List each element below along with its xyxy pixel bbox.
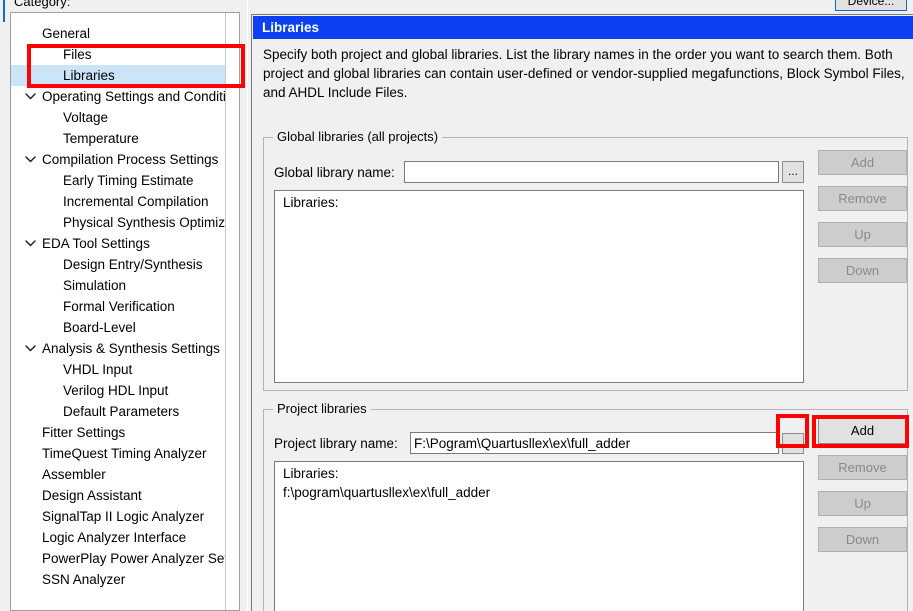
category-tree-list[interactable]: General Files Libraries Operating Settings … (11, 13, 239, 590)
tree-item-label: EDA Tool Settings (42, 236, 150, 251)
tree-item-default-parameters[interactable]: Default Parameters (11, 401, 239, 422)
tree-item-label: Incremental Compilation (63, 194, 209, 209)
tree-item-label: Libraries (63, 68, 115, 83)
tree-item-formal-verification[interactable]: Formal Verification (11, 296, 239, 317)
tree-scrollbar[interactable] (225, 13, 239, 610)
tree-item-assembler[interactable]: Assembler (11, 464, 239, 485)
project-library-remove-button[interactable]: Remove (818, 455, 907, 480)
tree-item-label: Voltage (63, 110, 109, 125)
tree-item-design-entry-synthesis[interactable]: Design Entry/Synthesis (11, 254, 239, 275)
global-libraries-list-header: Libraries: (283, 195, 339, 210)
tree-item-label: Logic Analyzer Interface (42, 530, 187, 545)
global-library-down-button[interactable]: Down (818, 258, 907, 283)
settings-dialog: Category: Device... General Files Librarie… (0, 0, 913, 611)
tree-item-label: Operating Settings and Conditions (42, 89, 240, 104)
tree-item-temperature[interactable]: Temperature (11, 128, 239, 149)
tree-item-operating-settings-and-conditions[interactable]: Operating Settings and Conditions (11, 86, 239, 107)
chevron-down-icon[interactable] (25, 338, 37, 359)
tree-item-logic-analyzer-interface[interactable]: Logic Analyzer Interface (11, 527, 239, 548)
tree-item-label: SSN Analyzer (42, 572, 126, 587)
project-library-list-item[interactable]: f:\pogram\quartusllex\ex\full_adder (275, 481, 803, 500)
tree-item-label: VHDL Input (63, 362, 133, 377)
tree-item-label: Early Timing Estimate (63, 173, 194, 188)
tree-item-label: Physical Synthesis Optimizations (63, 215, 239, 230)
project-libraries-list-header: Libraries: (283, 466, 339, 481)
project-library-up-button[interactable]: Up (818, 491, 907, 516)
tree-item-label: Analysis & Synthesis Settings (42, 341, 220, 356)
chevron-down-icon[interactable] (25, 86, 37, 107)
tree-item-physical-synthesis-optimizations[interactable]: Physical Synthesis Optimizations (11, 212, 239, 233)
category-tree-panel[interactable]: General Files Libraries Operating Settings … (10, 12, 240, 611)
tree-item-label: Design Entry/Synthesis (63, 257, 203, 272)
global-library-browse-button[interactable]: ... (782, 161, 804, 183)
project-libraries-listbox[interactable]: Libraries: f:\pogram\quartusllex\ex\full… (274, 461, 804, 611)
project-libraries-items[interactable]: f:\pogram\quartusllex\ex\full_adder (275, 481, 803, 500)
project-library-down-button[interactable]: Down (818, 527, 907, 552)
tree-item-signaltap-ii-logic-analyzer[interactable]: SignalTap II Logic Analyzer (11, 506, 239, 527)
tree-item-ssn-analyzer[interactable]: SSN Analyzer (11, 569, 239, 590)
tree-item-analysis-synthesis-settings[interactable]: Analysis & Synthesis Settings (11, 338, 239, 359)
chevron-down-icon[interactable] (25, 149, 37, 170)
global-library-add-button[interactable]: Add (818, 150, 907, 175)
tree-item-early-timing-estimate[interactable]: Early Timing Estimate (11, 170, 239, 191)
tree-item-simulation[interactable]: Simulation (11, 275, 239, 296)
global-library-up-button[interactable]: Up (818, 222, 907, 247)
tree-item-label: Design Assistant (42, 488, 142, 503)
tree-item-label: General (42, 26, 91, 41)
project-libraries-legend: Project libraries (273, 401, 371, 416)
tree-item-label: Board-Level (63, 320, 136, 335)
category-label: Category: (14, 0, 71, 9)
tree-item-design-assistant[interactable]: Design Assistant (11, 485, 239, 506)
tree-item-timequest-timing-analyzer[interactable]: TimeQuest Timing Analyzer (11, 443, 239, 464)
settings-content-pane: Libraries Specify both project and globa… (251, 14, 913, 611)
tree-item-board-level[interactable]: Board-Level (11, 317, 239, 338)
splitter-highlight (247, 0, 248, 611)
tree-item-vhdl-input[interactable]: VHDL Input (11, 359, 239, 380)
tree-item-label: TimeQuest Timing Analyzer (42, 446, 207, 461)
tree-item-libraries[interactable]: Libraries (11, 65, 239, 86)
tree-item-files[interactable]: Files (11, 44, 239, 65)
project-library-add-button[interactable]: Add (818, 418, 907, 444)
tree-item-verilog-hdl-input[interactable]: Verilog HDL Input (11, 380, 239, 401)
global-libraries-listbox[interactable]: Libraries: (274, 190, 804, 383)
tree-item-label: Verilog HDL Input (63, 383, 169, 398)
tree-item-compilation-process-settings[interactable]: Compilation Process Settings (11, 149, 239, 170)
tree-item-label: Formal Verification (63, 299, 175, 314)
tree-item-eda-tool-settings[interactable]: EDA Tool Settings (11, 233, 239, 254)
tree-item-label: Temperature (63, 131, 139, 146)
project-library-browse-button[interactable]: ... (782, 433, 804, 454)
tree-item-label: Compilation Process Settings (42, 152, 219, 167)
device-button[interactable]: Device... (835, 0, 907, 11)
global-library-remove-button[interactable]: Remove (818, 186, 907, 211)
chevron-down-icon[interactable] (25, 233, 37, 254)
tree-item-label: SignalTap II Logic Analyzer (42, 509, 205, 524)
project-library-name-label: Project library name: (274, 436, 398, 451)
tree-item-general[interactable]: General (11, 23, 239, 44)
tree-item-label: Simulation (63, 278, 127, 293)
window-frame-accent (3, 0, 5, 22)
page-description: Specify both project and global librarie… (263, 47, 905, 100)
tree-item-label: PowerPlay Power Analyzer Settings (42, 551, 240, 566)
dialog-top-strip (0, 0, 913, 8)
global-library-name-label: Global library name: (274, 165, 395, 180)
global-libraries-legend: Global libraries (all projects) (273, 129, 443, 144)
tree-item-label: Fitter Settings (42, 425, 126, 440)
tree-item-voltage[interactable]: Voltage (11, 107, 239, 128)
tree-item-label: Assembler (42, 467, 106, 482)
tree-item-label: Default Parameters (63, 404, 180, 419)
tree-item-incremental-compilation[interactable]: Incremental Compilation (11, 191, 239, 212)
tree-item-powerplay-power-analyzer-settings[interactable]: PowerPlay Power Analyzer Settings (11, 548, 239, 569)
tree-item-fitter-settings[interactable]: Fitter Settings (11, 422, 239, 443)
global-library-name-input[interactable] (404, 161, 779, 183)
page-title: Libraries (253, 16, 913, 39)
project-library-name-input[interactable] (410, 432, 779, 454)
tree-item-label: Files (63, 47, 92, 62)
